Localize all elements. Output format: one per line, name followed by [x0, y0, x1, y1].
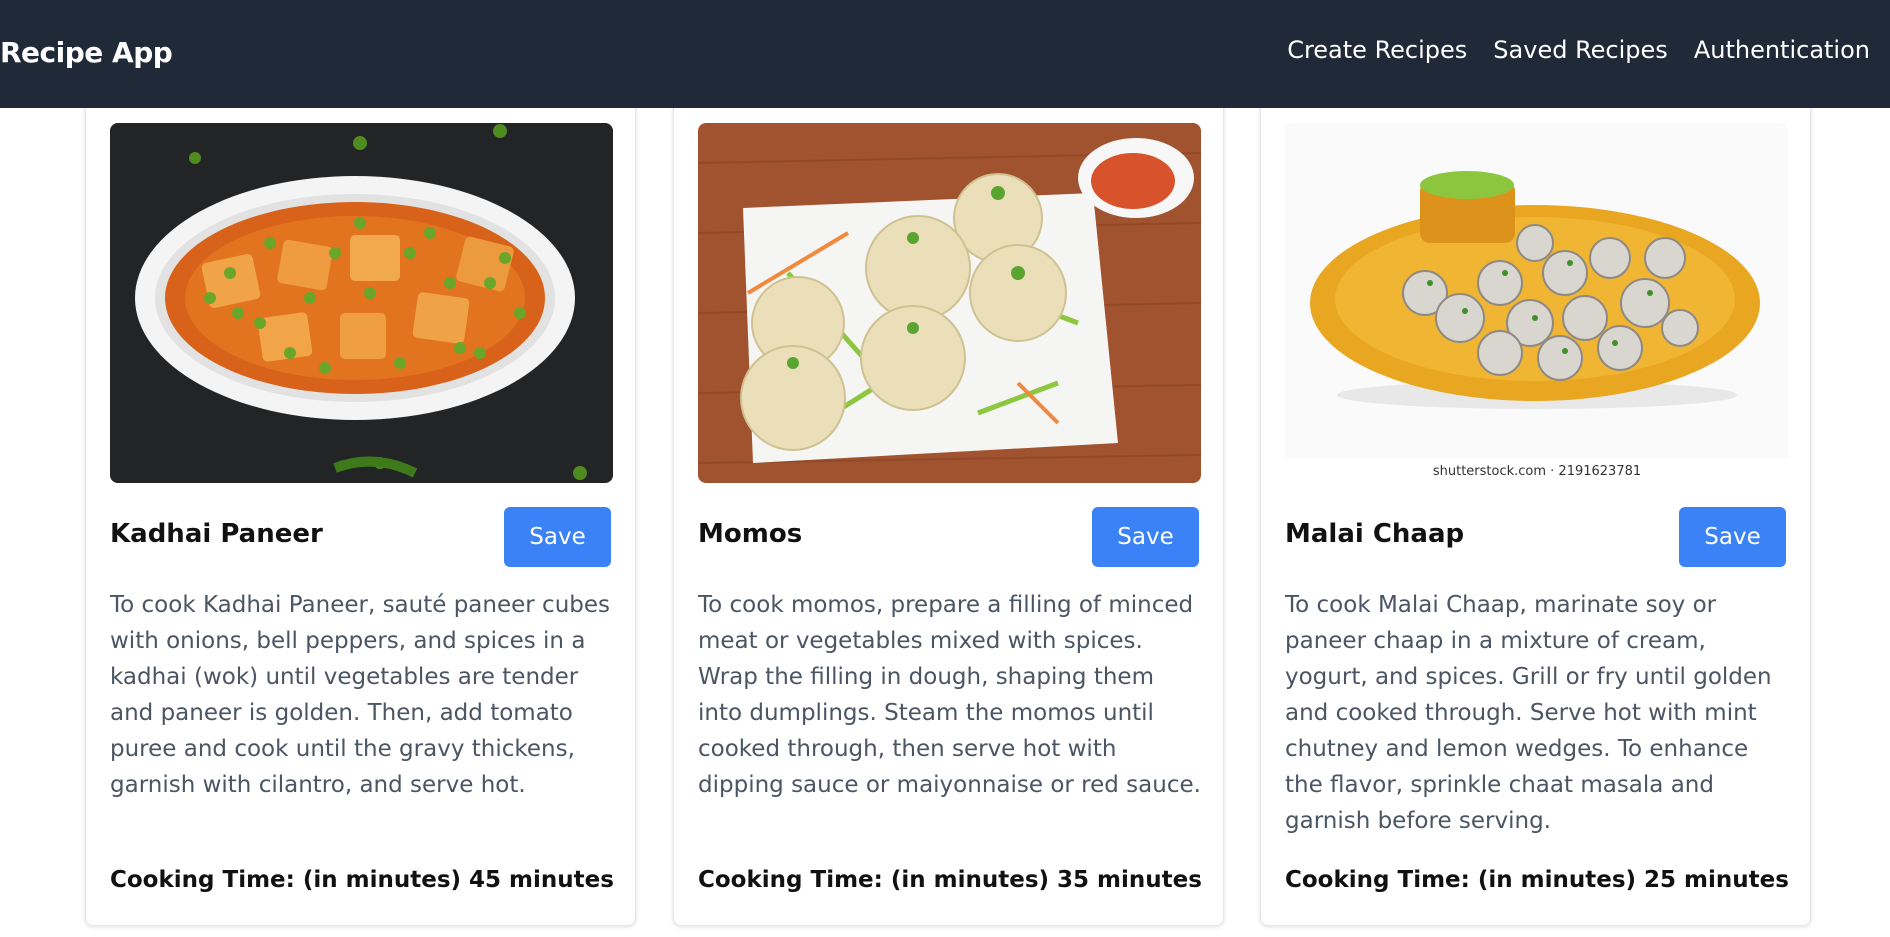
recipe-image [698, 123, 1201, 483]
recipe-description: To cook Malai Chaap, marinate soy or pan… [1285, 592, 1772, 834]
malai-chaap-photo: shutterstock.com · 2191623781 [1285, 123, 1788, 483]
navbar: Recipe App Create Recipes Saved Recipes … [0, 0, 1890, 108]
app-title[interactable]: Recipe App [0, 36, 173, 69]
cooking-time: Cooking Time: (in minutes) 45 minutes [110, 867, 614, 893]
nav-create-recipes[interactable]: Create Recipes [1287, 36, 1467, 64]
recipe-card: shutterstock.com · 2191623781 Malai Chaa… [1260, 88, 1811, 926]
nav-links: Create Recipes Saved Recipes Authenticat… [1287, 36, 1870, 64]
image-watermark: shutterstock.com · 2191623781 [1433, 464, 1641, 479]
recipe-image [110, 123, 613, 483]
recipe-title: Kadhai Paneer [110, 519, 323, 549]
recipe-card: Momos Save To cook momos, prepare a fill… [673, 88, 1224, 926]
save-button[interactable]: Save [1092, 507, 1199, 567]
recipe-title: Malai Chaap [1285, 519, 1465, 549]
recipe-description: To cook Kadhai Paneer, sauté paneer cube… [110, 592, 611, 798]
recipe-title: Momos [698, 519, 803, 549]
cooking-time: Cooking Time: (in minutes) 25 minutes [1285, 867, 1789, 893]
kadhai-paneer-photo [110, 123, 613, 483]
cooking-time: Cooking Time: (in minutes) 35 minutes [698, 867, 1202, 893]
save-button[interactable]: Save [1679, 507, 1786, 567]
momos-photo [698, 123, 1201, 483]
recipe-description: To cook momos, prepare a filling of minc… [698, 592, 1201, 798]
nav-saved-recipes[interactable]: Saved Recipes [1493, 36, 1668, 64]
recipe-card: Kadhai Paneer Save To cook Kadhai Paneer… [85, 88, 636, 926]
recipe-image: shutterstock.com · 2191623781 [1285, 123, 1788, 483]
save-button[interactable]: Save [504, 507, 611, 567]
nav-authentication[interactable]: Authentication [1694, 36, 1870, 64]
